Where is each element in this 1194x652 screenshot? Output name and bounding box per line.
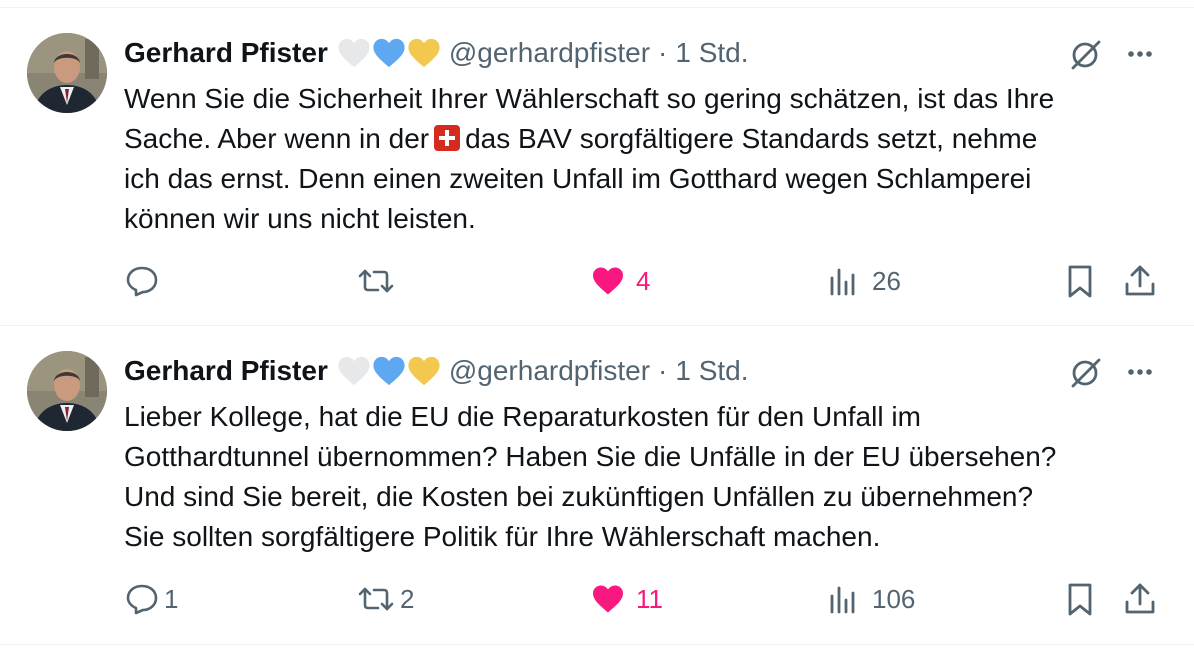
views-icon — [830, 268, 855, 296]
tweet-divider — [0, 644, 1194, 645]
white-heart-icon — [338, 38, 370, 68]
bookmark-button[interactable] — [1062, 263, 1098, 299]
grok-icon[interactable] — [1068, 354, 1104, 390]
bookmark-icon — [1068, 583, 1092, 616]
tweet-1[interactable]: Gerhard Pfister @gerhardpfister · 1 Std.… — [0, 8, 1194, 326]
reply-count: 1 — [164, 583, 179, 614]
views-count: 26 — [872, 265, 901, 296]
white-heart-icon — [338, 356, 370, 386]
tweet-text: Wenn Sie die Sicherheit Ihrer Wählerscha… — [124, 79, 1164, 239]
tweet-text-line: ich das ernst. Denn einen zweiten Unfall… — [124, 163, 1032, 194]
repost-count: 2 — [400, 583, 415, 614]
repost-icon — [358, 587, 394, 611]
like-count: 11 — [636, 583, 663, 614]
repost-button[interactable]: 2 — [356, 581, 414, 617]
tweet-text-line: Und sind Sie bereit, die Kosten bei zukü… — [124, 481, 1034, 512]
tweet-2[interactable]: Gerhard Pfister @gerhardpfister · 1 Std.… — [0, 326, 1194, 644]
separator-dot: · — [658, 37, 668, 68]
bookmark-button[interactable] — [1062, 581, 1098, 617]
tweet-text-segment: das BAV sorgfältigere Standards setzt, n… — [465, 123, 1038, 154]
blue-heart-icon — [373, 356, 405, 386]
avatar[interactable] — [27, 351, 107, 431]
tweet-text-line: Gotthardtunnel übernommen? Haben Sie die… — [124, 441, 1057, 472]
share-icon — [1125, 583, 1155, 614]
like-count: 4 — [636, 265, 651, 296]
bookmark-icon — [1068, 265, 1092, 298]
like-button[interactable]: 11 — [590, 581, 663, 617]
share-icon — [1125, 265, 1155, 296]
yellow-heart-icon — [408, 38, 440, 68]
profile-badges — [337, 37, 441, 69]
author-name[interactable]: Gerhard Pfister — [124, 355, 328, 387]
repost-button[interactable] — [356, 263, 396, 299]
avatar[interactable] — [27, 33, 107, 113]
views-button[interactable]: 26 — [826, 263, 901, 299]
tweet-text-segment: Sache. Aber wenn in der — [124, 123, 430, 154]
yellow-heart-icon — [408, 356, 440, 386]
heart-filled-icon — [593, 267, 623, 295]
tweet-header: Gerhard Pfister @gerhardpfister · 1 Std. — [124, 349, 749, 393]
views-icon — [830, 586, 855, 614]
tweet-text: Lieber Kollege, hat die EU die Reparatur… — [124, 397, 1164, 557]
heart-filled-icon — [593, 585, 623, 613]
views-button[interactable]: 106 — [826, 581, 915, 617]
reply-icon — [126, 266, 158, 297]
blue-heart-icon — [373, 38, 405, 68]
repost-icon — [358, 269, 394, 293]
tweet-header: Gerhard Pfister @gerhardpfister · 1 Std. — [124, 31, 749, 75]
more-options-icon[interactable] — [1122, 36, 1158, 72]
tweet-text-line: Wenn Sie die Sicherheit Ihrer Wählerscha… — [124, 83, 1055, 114]
tweet-text-line: Sie sollten sorgfältigere Politik für Ih… — [124, 521, 881, 552]
tweet-text-line: Sache. Aber wenn in der das BAV sorgfälti… — [124, 119, 1164, 159]
profile-badges — [337, 355, 441, 387]
share-button[interactable] — [1122, 581, 1158, 617]
author-name[interactable]: Gerhard Pfister — [124, 37, 328, 69]
reply-button[interactable] — [124, 263, 160, 299]
reply-button[interactable]: 1 — [124, 581, 178, 617]
timestamp[interactable]: 1 Std. — [675, 355, 748, 387]
timestamp[interactable]: 1 Std. — [675, 37, 748, 69]
reply-icon — [126, 584, 158, 615]
share-button[interactable] — [1122, 263, 1158, 299]
tweet-actions: 1 2 11 106 — [0, 581, 1194, 621]
author-handle[interactable]: @gerhardpfister — [449, 355, 650, 387]
views-count: 106 — [872, 583, 916, 614]
top-edge — [0, 0, 1194, 8]
author-handle[interactable]: @gerhardpfister — [449, 37, 650, 69]
tweet-text-line: Lieber Kollege, hat die EU die Reparatur… — [124, 401, 921, 432]
swiss-flag-icon — [434, 122, 461, 151]
grok-icon[interactable] — [1068, 36, 1104, 72]
separator-dot: · — [658, 355, 668, 386]
tweet-actions: 4 26 — [0, 263, 1194, 303]
more-options-icon[interactable] — [1122, 354, 1158, 390]
like-button[interactable]: 4 — [590, 263, 650, 299]
tweet-text-line: können wir uns nicht leisten. — [124, 203, 476, 234]
